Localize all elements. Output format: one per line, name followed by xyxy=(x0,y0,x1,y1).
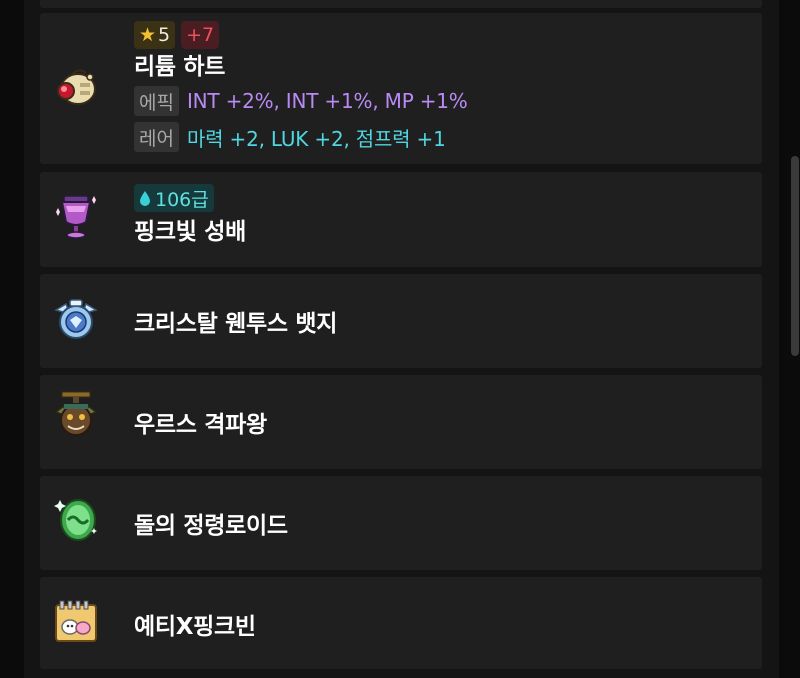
item-info: 106급 핑크빛 성배 xyxy=(134,184,246,247)
lithium-heart-icon xyxy=(57,69,96,105)
yeti-pinkbean-icon xyxy=(55,600,97,642)
item-name: 돌의 정령로이드 xyxy=(134,513,288,539)
item-card-stone-spirit-android[interactable]: 돌의 정령로이드 xyxy=(40,476,762,570)
urus-medal-icon xyxy=(54,391,98,436)
droplet-icon xyxy=(140,191,150,206)
additional-options: 마력 +2, LUK +2, 점프력 +1 xyxy=(186,126,446,151)
crystal-badge-icon xyxy=(54,299,98,339)
starforce-badge: ★ 5 xyxy=(134,21,176,49)
scrollbar-thumb[interactable] xyxy=(791,156,799,356)
item-info: ★ 5 +7 리튬 하트 에픽 INT +2%, INT +1%, MP +1% … xyxy=(134,21,468,154)
item-card-pink-chalice[interactable]: 106급 핑크빛 성배 xyxy=(40,172,762,267)
item-card-urus-medal[interactable]: 우르스 격파왕 xyxy=(40,375,762,469)
grade-badge: 106급 xyxy=(134,184,214,212)
star-icon: ★ xyxy=(139,24,157,46)
item-name: 우르스 격파왕 xyxy=(134,412,267,438)
pink-chalice-icon xyxy=(56,195,96,239)
item-name: 핑크빛 성배 xyxy=(134,219,247,245)
item-card-yeti-pinkbean[interactable]: 예티X핑크빈 xyxy=(40,577,762,669)
potential-options: INT +2%, INT +1%, MP +1% xyxy=(186,89,468,113)
item-name: 리튬 하트 xyxy=(134,54,226,80)
item-name: 크리스탈 웬투스 뱃지 xyxy=(134,311,338,337)
item-card-lithium-heart[interactable]: ★ 5 +7 리튬 하트 에픽 INT +2%, INT +1%, MP +1% … xyxy=(40,13,762,164)
stone-spirit-android-icon xyxy=(54,499,97,541)
enhance-badge: +7 xyxy=(181,21,220,49)
item-card-crystal-badge[interactable]: 크리스탈 웬투스 뱃지 xyxy=(40,274,762,368)
previous-item-card[interactable] xyxy=(40,0,762,8)
item-name: 예티X핑크빈 xyxy=(134,614,256,640)
additional-grade-tag: 레어 xyxy=(134,122,179,152)
potential-grade-tag: 에픽 xyxy=(134,86,179,116)
